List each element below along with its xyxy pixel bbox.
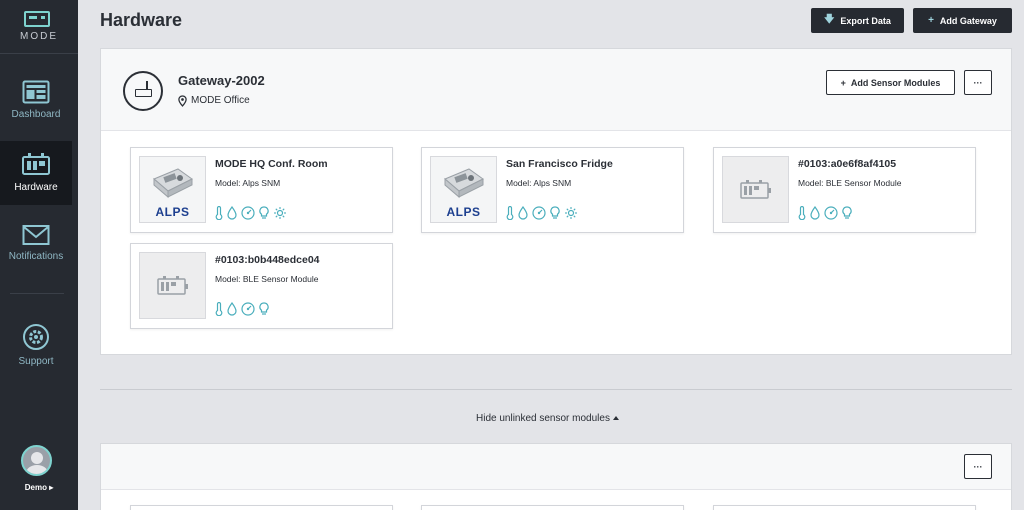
humidity-icon: [518, 206, 528, 220]
sensor-model: Model: BLE Sensor Module: [798, 178, 902, 188]
logo-text: MODE: [20, 31, 58, 42]
sidebar-item-notifications[interactable]: Notifications: [0, 224, 72, 288]
hardware-icon: [22, 153, 50, 175]
sensor-model: Model: BLE Sensor Module: [215, 274, 319, 284]
plus-icon: +: [840, 77, 846, 88]
sensor-name: #0103:a0e6f8af4105: [798, 158, 897, 170]
sidebar-item-support[interactable]: Support: [0, 323, 72, 387]
unlinked-panel: ···: [100, 443, 1012, 510]
sidebar: MODE Dashboard Hardware Notifications Su…: [0, 0, 78, 510]
gateway-more-button[interactable]: ···: [964, 70, 992, 95]
thermometer-icon: [798, 206, 806, 220]
light-bulb-icon: [842, 206, 852, 219]
download-icon: 🡇: [824, 14, 835, 25]
sidebar-item-label: Support: [18, 356, 54, 367]
add-gateway-label: Add Gateway: [939, 15, 997, 26]
unlinked-header: ···: [101, 444, 1011, 490]
sidebar-item-dashboard[interactable]: Dashboard: [0, 80, 72, 144]
alps-brand-logo: ALPS: [446, 205, 481, 219]
gateway-header: Gateway-2002 MODE Office + Add Sensor Mo…: [101, 49, 1011, 131]
sensor-card[interactable]: ALPS MODE HQ Conf. Room Model: Alps SNM: [130, 147, 393, 233]
alps-device-icon: [153, 168, 193, 199]
sidebar-item-label: Hardware: [14, 182, 58, 193]
sensor-card[interactable]: #0103:b0b448edce04 Model: BLE Sensor Mod…: [130, 243, 393, 329]
sensor-name: San Francisco Fridge: [506, 158, 613, 170]
gateway-icon: [123, 71, 163, 111]
pressure-icon: [824, 206, 838, 220]
mode-logo[interactable]: MODE: [0, 0, 78, 54]
sensor-thumbnail: [722, 156, 789, 223]
sun-icon: [274, 207, 286, 219]
pressure-icon: [532, 206, 546, 220]
toggle-label: Hide unlinked sensor modules: [476, 413, 610, 424]
caret-up-icon: [612, 416, 619, 421]
sensor-capabilities: [215, 206, 287, 220]
sensor-model: Model: Alps SNM: [506, 178, 572, 188]
sidebar-item-hardware[interactable]: Hardware: [0, 141, 72, 205]
humidity-icon: [810, 206, 820, 220]
envelope-icon: [22, 225, 50, 245]
sidebar-item-label: Dashboard: [11, 109, 61, 120]
sensor-name: #0103:b0b448edce04: [215, 254, 320, 266]
sensor-card[interactable]: [713, 505, 976, 510]
sensor-thumbnail: ALPS: [430, 156, 497, 223]
section-divider: [100, 389, 1012, 390]
sensor-thumbnail: [139, 252, 206, 319]
light-bulb-icon: [259, 206, 269, 219]
sensor-capabilities: [506, 206, 578, 220]
export-data-label: Export Data: [840, 15, 891, 26]
alps-device-icon: [444, 168, 484, 199]
plus-icon: +: [928, 15, 934, 26]
ble-module-icon: [157, 276, 188, 295]
gateway-location: MODE Office: [191, 95, 250, 106]
add-sensor-modules-button[interactable]: + Add Sensor Modules: [826, 70, 955, 95]
sidebar-divider: [10, 293, 64, 294]
pressure-icon: [241, 302, 255, 316]
more-icon: ···: [973, 77, 983, 88]
alps-brand-logo: ALPS: [155, 205, 190, 219]
sensor-thumbnail: ALPS: [139, 156, 206, 223]
light-bulb-icon: [259, 302, 269, 315]
avatar[interactable]: [21, 445, 52, 476]
sensor-capabilities: [215, 302, 269, 316]
gear-icon: [23, 324, 49, 350]
sensor-model: Model: Alps SNM: [215, 178, 281, 188]
export-data-button[interactable]: 🡇 Export Data: [811, 8, 904, 33]
ble-module-icon: [740, 180, 771, 199]
sensor-card[interactable]: ALPS San Francisco Fridge Model: Alps SN…: [421, 147, 684, 233]
user-menu[interactable]: Demo ▸: [0, 483, 78, 492]
sensor-card[interactable]: #0103:a0e6f8af4105 Model: BLE Sensor Mod…: [713, 147, 976, 233]
page-title: Hardware: [100, 10, 183, 30]
thermometer-icon: [215, 206, 223, 220]
sun-icon: [565, 207, 577, 219]
humidity-icon: [227, 206, 237, 220]
unlinked-more-button[interactable]: ···: [964, 454, 992, 479]
add-sensor-label: Add Sensor Modules: [850, 77, 941, 88]
more-icon: ···: [973, 461, 983, 472]
sidebar-item-label: Notifications: [8, 251, 64, 262]
sensor-capabilities: [798, 206, 852, 220]
gateway-name[interactable]: Gateway-2002: [178, 73, 265, 88]
sensor-card[interactable]: [130, 505, 393, 510]
dashboard-icon: [22, 80, 50, 104]
gateway-panel: Gateway-2002 MODE Office + Add Sensor Mo…: [100, 48, 1012, 355]
pressure-icon: [241, 206, 255, 220]
thermometer-icon: [506, 206, 514, 220]
hide-unlinked-toggle[interactable]: Hide unlinked sensor modules: [476, 413, 619, 424]
mode-logo-mark-icon: [24, 11, 50, 27]
add-gateway-button[interactable]: + Add Gateway: [913, 8, 1012, 33]
sensor-card[interactable]: [421, 505, 684, 510]
thermometer-icon: [215, 302, 223, 316]
sensor-name: MODE HQ Conf. Room: [215, 158, 328, 170]
location-pin-icon: [178, 95, 187, 107]
light-bulb-icon: [550, 206, 560, 219]
humidity-icon: [227, 302, 237, 316]
